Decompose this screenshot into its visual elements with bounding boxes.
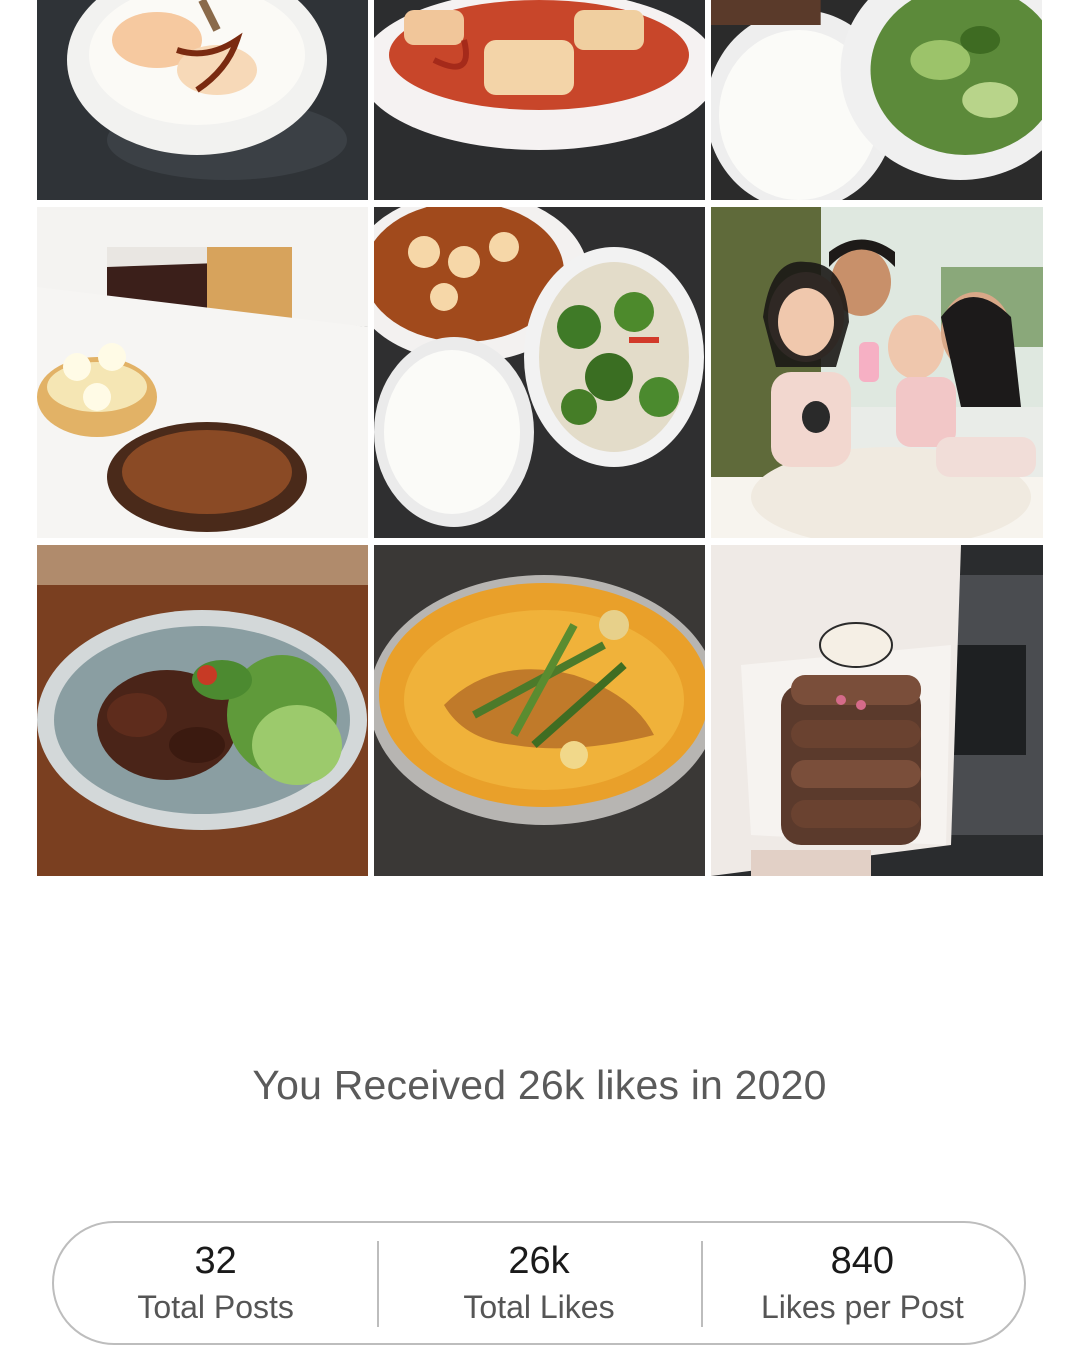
stat-total-likes-label: Total Likes (463, 1289, 615, 1325)
photo-tile-4[interactable] (37, 207, 368, 538)
photo-tile-1[interactable] (37, 0, 368, 200)
photo-tile-8[interactable] (374, 545, 705, 876)
photo-tile-6[interactable] (711, 207, 1043, 538)
stat-total-likes: 26k Total Likes (377, 1223, 700, 1343)
likes-summary-headline: You Received 26k likes in 2020 (252, 1062, 827, 1108)
photo-tile-5[interactable] (374, 207, 705, 538)
photo-tile-2[interactable] (374, 0, 705, 200)
stats-card: 32 Total Posts 26k Total Likes 840 Likes… (52, 1221, 1026, 1345)
stat-total-likes-value: 26k (508, 1240, 570, 1282)
photo-grid (37, 0, 1043, 876)
photo-tile-7[interactable] (37, 545, 368, 876)
stat-total-posts: 32 Total Posts (54, 1223, 377, 1343)
photo-tile-3[interactable] (711, 0, 1042, 200)
photo-tile-9[interactable] (711, 545, 1043, 876)
stat-likes-per-post-label: Likes per Post (760, 1289, 964, 1325)
stat-likes-per-post: 840 Likes per Post (700, 1223, 1024, 1343)
stat-total-posts-value: 32 (194, 1240, 237, 1282)
stat-likes-per-post-value: 840 (830, 1240, 895, 1282)
stat-total-posts-label: Total Posts (137, 1289, 294, 1325)
